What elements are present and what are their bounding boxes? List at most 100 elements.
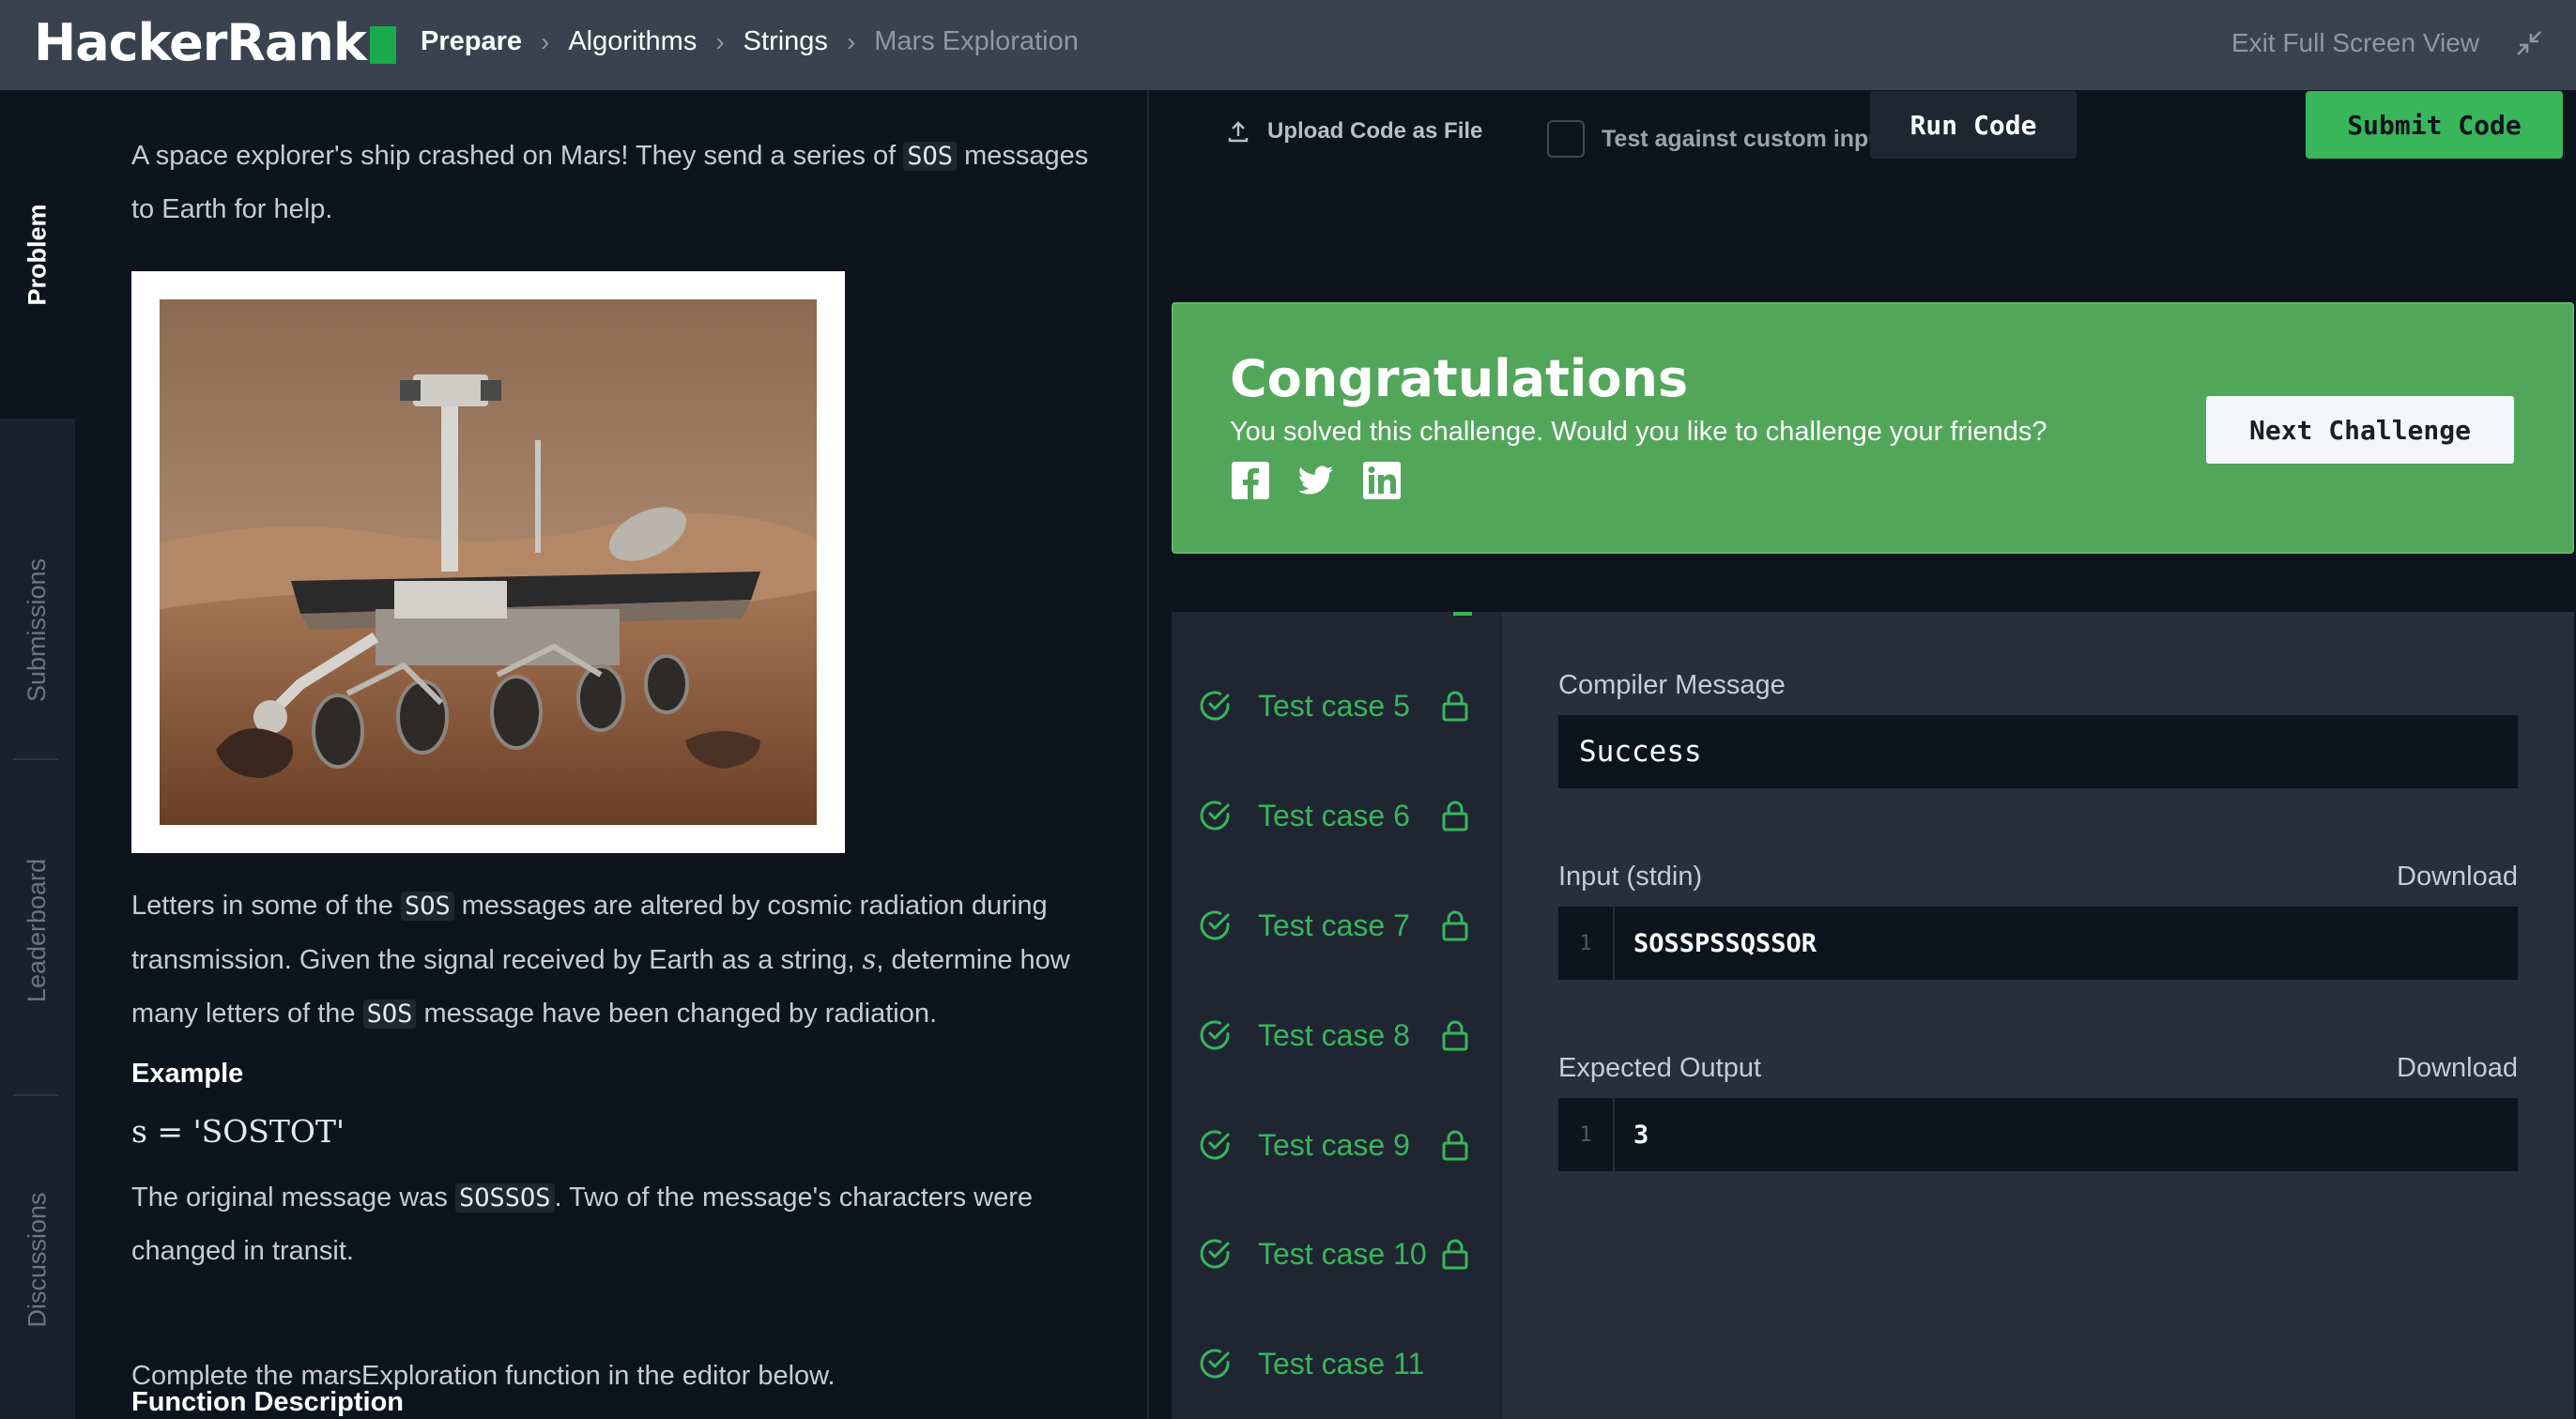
intro-text: A space explorer's ship crashed on Mars!… — [131, 141, 904, 171]
test-case-item[interactable]: Test case 8 — [1172, 998, 1502, 1073]
test-case-label: Test case 6 — [1258, 798, 1410, 832]
chevron-right-icon: › — [541, 26, 550, 56]
tab-submissions[interactable]: Submissions — [0, 465, 75, 794]
example-math: s = 'SOSTOT' — [131, 1113, 345, 1150]
lock-icon — [1442, 1020, 1468, 1051]
problem-text: Letters in some of the — [131, 891, 401, 921]
test-case-item[interactable]: Test case 5 — [1172, 668, 1502, 743]
congratulations-banner: Congratulations You solved this challeng… — [1172, 302, 2574, 554]
tab-leaderboard-label: Leaderboard — [23, 858, 52, 1002]
problem-text: The original message was — [131, 1182, 455, 1213]
line-number: 1 — [1558, 907, 1615, 980]
breadcrumb-current: Mars Exploration — [874, 26, 1079, 56]
lock-icon — [1442, 801, 1468, 832]
inline-code: SOS — [903, 142, 958, 171]
input-box: 1 SOSSPSSQSSOR — [1558, 907, 2518, 980]
custom-input-checkbox[interactable] — [1547, 120, 1585, 158]
compiler-message-box: Success — [1558, 715, 2518, 788]
inline-code: SOSSOS — [454, 1183, 555, 1213]
tab-leaderboard[interactable]: Leaderboard — [0, 766, 75, 1094]
upload-code-button[interactable]: Upload Code as File — [1226, 118, 1482, 145]
test-case-label: Test case 9 — [1258, 1127, 1410, 1162]
collapse-icon[interactable] — [2514, 28, 2544, 58]
tab-discussions[interactable]: Discussions — [0, 1100, 75, 1419]
check-circle-icon — [1200, 1239, 1230, 1269]
compiler-message-label: Compiler Message — [1558, 670, 1786, 700]
breadcrumb-prepare[interactable]: Prepare — [421, 26, 522, 57]
breadcrumb-strings[interactable]: Strings — [744, 26, 828, 57]
intro-text: to Earth for help. — [131, 194, 333, 224]
hackerrank-logo[interactable]: HackerRank — [34, 13, 396, 72]
facebook-icon[interactable] — [1230, 460, 1271, 501]
function-description-text: Complete the marsExploration function in… — [131, 1361, 836, 1391]
chevron-right-icon: › — [846, 26, 856, 56]
test-case-label: Test case 7 — [1258, 908, 1410, 942]
run-code-button[interactable]: Run Code — [1870, 91, 2077, 159]
test-case-label: Test case 8 — [1258, 1017, 1410, 1052]
tab-problem-label: Problem — [23, 203, 52, 306]
inline-code: SOS — [400, 892, 454, 921]
math-variable: s — [862, 943, 877, 975]
problem-text: many letters of the — [131, 999, 363, 1029]
problem-paragraph: Letters in some of the SOS messages are … — [131, 879, 1164, 1041]
problem-panel: A space explorer's ship crashed on Mars!… — [75, 90, 1145, 1419]
rail-divider — [13, 758, 58, 760]
logo-block — [369, 25, 396, 64]
mars-rover-image — [131, 271, 845, 853]
lock-icon — [1442, 1130, 1468, 1161]
custom-input-toggle[interactable]: Test against custom input — [1547, 120, 1891, 158]
test-case-item[interactable]: Test case 9 — [1172, 1107, 1502, 1182]
congratulations-subtitle: You solved this challenge. Would you lik… — [1230, 417, 2047, 447]
linkedin-icon[interactable] — [1361, 460, 1403, 501]
twitter-icon[interactable] — [1296, 460, 1337, 501]
intro-text: messages — [957, 141, 1089, 171]
expected-download-link[interactable]: Download — [2397, 1053, 2518, 1084]
test-case-item[interactable]: Test case 10 — [1172, 1216, 1502, 1291]
tab-submissions-label: Submissions — [23, 557, 52, 702]
test-case-list: Test case 5 Test case 6 Test case 7 Test ca… — [1172, 612, 1502, 1419]
logo-text: HackerRank — [34, 13, 367, 72]
tab-discussions-label: Discussions — [23, 1191, 52, 1328]
test-case-label: Test case 5 — [1258, 688, 1410, 723]
problem-text: , determine how — [876, 945, 1070, 975]
check-circle-icon — [1200, 801, 1230, 831]
top-bar: HackerRank Prepare › Algorithms › String… — [0, 0, 2576, 90]
check-circle-icon — [1200, 691, 1230, 721]
test-case-detail: Compiler Message Success Input (stdin) D… — [1502, 612, 2574, 1419]
custom-input-label: Test against custom input — [1602, 125, 1891, 152]
example-heading: Example — [131, 1059, 244, 1089]
chevron-right-icon: › — [715, 26, 725, 56]
problem-text: transmission. Given the signal received … — [131, 945, 863, 975]
test-case-item[interactable]: Test case 11 — [1172, 1326, 1502, 1401]
problem-text: . Two of the message's characters were — [554, 1182, 1034, 1213]
problem-text: message have been changed by radiation. — [416, 999, 938, 1029]
breadcrumb-algorithms[interactable]: Algorithms — [568, 26, 697, 57]
lock-icon — [1442, 691, 1468, 722]
inline-code: SOS — [362, 999, 417, 1029]
rail-divider — [13, 1094, 58, 1096]
line-number: 1 — [1558, 1098, 1615, 1171]
check-circle-icon — [1200, 1349, 1230, 1379]
tab-problem[interactable]: Problem — [0, 90, 75, 419]
expected-output-box: 1 3 — [1558, 1098, 2518, 1171]
test-case-item[interactable]: Test case 6 — [1172, 778, 1502, 853]
upload-label: Upload Code as File — [1267, 118, 1483, 144]
check-circle-icon — [1200, 1020, 1230, 1050]
example-paragraph: The original message was SOSSOS. Two of … — [131, 1171, 1164, 1278]
exit-fullscreen-link[interactable]: Exit Full Screen View — [2231, 28, 2479, 58]
intro-paragraph: A space explorer's ship crashed on Mars!… — [131, 130, 1164, 236]
input-value: SOSSPSSQSSOR — [1633, 928, 1817, 958]
upload-icon — [1228, 121, 1249, 143]
breadcrumb: Prepare › Algorithms › Strings › Mars Ex… — [421, 26, 1079, 57]
test-case-item[interactable]: Test case 7 — [1172, 888, 1502, 963]
next-challenge-button[interactable]: Next Challenge — [2206, 396, 2514, 464]
submit-code-button[interactable]: Submit Code — [2306, 91, 2563, 159]
problem-text: messages are altered by cosmic radiation… — [453, 891, 1048, 921]
test-case-label: Test case 10 — [1258, 1236, 1427, 1271]
check-circle-icon — [1200, 910, 1230, 940]
expected-output-value: 3 — [1633, 1120, 1649, 1150]
lock-icon — [1442, 910, 1468, 941]
input-download-link[interactable]: Download — [2397, 862, 2518, 893]
problem-text: changed in transit. — [131, 1236, 354, 1266]
scroll-indicator — [1453, 612, 1472, 616]
